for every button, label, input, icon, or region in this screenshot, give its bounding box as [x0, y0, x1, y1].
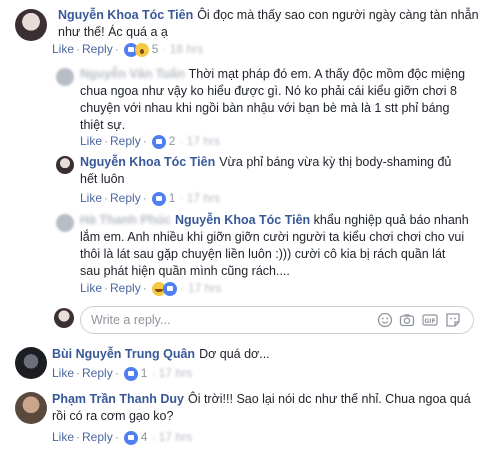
comment-5: Bùi Nguyễn Trung Quân Dơ quá dơ... Like · R… — [0, 342, 500, 384]
like-link[interactable]: Like — [80, 134, 102, 148]
comment-author[interactable]: Nguyễn Khoa Tóc Tiên — [58, 8, 193, 22]
comment-text: chua ngoa như vậy ko hiểu được gì. Nó ko… — [80, 84, 457, 98]
comment-text: Ôi trời!!! Sao lại nói dc như thế nhỉ. C… — [187, 392, 471, 406]
comment-text: chuyện với nhau khi ngồi bàn nhậu với bạ… — [80, 101, 450, 115]
like-link[interactable]: Like — [52, 366, 74, 380]
reply-link[interactable]: Reply — [82, 42, 113, 56]
gif-icon[interactable]: GIF — [422, 312, 438, 328]
reaction-count[interactable]: 2 — [169, 134, 176, 148]
comment-author[interactable]: Nguyễn Văn Tuấn — [80, 67, 185, 81]
comment-body: Phạm Trần Thanh Duy Ôi trời!!! Sao lại nó… — [52, 391, 492, 425]
comment-actions: Like · Reply · 5 · 18 hrs — [52, 42, 204, 57]
like-reaction-icon[interactable] — [162, 281, 177, 296]
timestamp[interactable]: · 17 hrs — [151, 366, 192, 380]
comment-text: hết luôn — [80, 172, 125, 186]
timestamp[interactable]: · 18 hrs — [162, 42, 203, 56]
comment-text: Ôi đọc mà thấy sao con người ngày càng t… — [197, 8, 479, 22]
comment-text: thôi là lát sau gặp chuyện liền luôn :))… — [80, 247, 446, 261]
comment-actions: Like · Reply · 1 · 17 hrs — [80, 191, 221, 206]
like-link[interactable]: Like — [80, 281, 102, 295]
comment-2: Nguyễn Văn Tuấn Thời mạt pháp đó em. A th… — [0, 60, 500, 152]
avatar[interactable] — [56, 214, 74, 232]
like-reaction-icon[interactable] — [123, 366, 138, 381]
comment-actions: Like · Reply · 1 · 17 hrs — [52, 366, 193, 381]
current-user-avatar — [54, 308, 74, 328]
reaction-count[interactable]: 1 — [169, 191, 176, 205]
reply-link[interactable]: Reply — [82, 430, 113, 444]
like-reaction-icon[interactable] — [151, 134, 166, 149]
comment-body: Nguyễn Văn Tuấn Thời mạt pháp đó em. A th… — [80, 66, 490, 134]
reply-link[interactable]: Reply — [110, 134, 141, 148]
like-reaction-icon[interactable] — [123, 430, 138, 445]
sticker-icon[interactable] — [445, 312, 461, 328]
avatar[interactable] — [56, 68, 74, 86]
avatar[interactable] — [15, 347, 47, 379]
comment-text: như thế! Ác quá a ạ — [58, 25, 168, 39]
timestamp[interactable]: · 17 hrs — [181, 281, 222, 295]
comment-text: sau phát hiện quần mình cũng rách.... — [80, 264, 290, 278]
comment-actions: Like · Reply · 2 · 17 hrs — [80, 134, 221, 149]
avatar[interactable] — [15, 9, 47, 41]
comment-author[interactable]: Hà Thanh Phúc — [80, 213, 171, 227]
avatar[interactable] — [15, 392, 47, 424]
comment-6: Phạm Trần Thanh Duy Ôi trời!!! Sao lại nó… — [0, 386, 500, 449]
timestamp[interactable]: · 17 hrs — [151, 430, 192, 444]
comment-3: Nguyễn Khoa Tóc Tiên Vừa phỉ báng vừa kỳ … — [0, 152, 500, 210]
comment-text: khẩu nghiệp quả báo nhanh — [313, 213, 469, 227]
comment-4: Hà Thanh Phúc Nguyễn Khoa Tóc Tiên khẩu n… — [0, 210, 500, 302]
comment-author[interactable]: Nguyễn Khoa Tóc Tiên — [80, 155, 215, 169]
comment-actions: Like · Reply · 4 · 17 hrs — [52, 430, 193, 445]
timestamp[interactable]: · 17 hrs — [179, 191, 220, 205]
mention-link[interactable]: Nguyễn Khoa Tóc Tiên — [175, 213, 310, 227]
comment-body: Bùi Nguyễn Trung Quân Dơ quá dơ... — [52, 346, 492, 363]
like-link[interactable]: Like — [52, 430, 74, 444]
comment-author[interactable]: Phạm Trần Thanh Duy — [52, 392, 184, 406]
comment-text: Thời mạt pháp đó em. A thấy độc mồm độc … — [188, 67, 466, 81]
reply-link[interactable]: Reply — [82, 366, 113, 380]
comment-author[interactable]: Bùi Nguyễn Trung Quân — [52, 347, 195, 361]
emoji-icon[interactable] — [377, 312, 393, 328]
comment-body: Hà Thanh Phúc Nguyễn Khoa Tóc Tiên khẩu n… — [80, 212, 490, 280]
like-reaction-icon[interactable] — [151, 191, 166, 206]
reply-link[interactable]: Reply — [110, 281, 141, 295]
comment-text: rồi có ra cơm gạo ko? — [52, 409, 174, 423]
reply-box: GIF — [80, 306, 474, 334]
like-link[interactable]: Like — [80, 191, 102, 205]
comment-actions: Like · Reply · · 17 hrs — [80, 281, 222, 296]
reaction-count[interactable]: 5 — [152, 42, 159, 56]
camera-icon[interactable] — [399, 312, 415, 328]
comment-1: Nguyễn Khoa Tóc Tiên Ôi đọc mà thấy sao c… — [0, 0, 500, 60]
wow-reaction-icon[interactable] — [134, 42, 149, 57]
comment-body: Nguyễn Khoa Tóc Tiên Vừa phỉ báng vừa kỳ … — [80, 154, 490, 188]
reaction-count[interactable]: 4 — [141, 430, 148, 444]
avatar[interactable] — [56, 156, 74, 174]
reply-link[interactable]: Reply — [110, 191, 141, 205]
comment-body: Nguyễn Khoa Tóc Tiên Ôi đọc mà thấy sao c… — [58, 7, 488, 41]
svg-text:GIF: GIF — [424, 318, 435, 325]
like-link[interactable]: Like — [52, 42, 74, 56]
reaction-count[interactable]: 1 — [141, 366, 148, 380]
timestamp[interactable]: · 17 hrs — [179, 134, 220, 148]
comment-text: Dơ quá dơ... — [199, 347, 270, 361]
comment-text: thiệt sự. — [80, 118, 126, 132]
comment-text: Vừa phỉ báng vừa kỳ thị body-shaming đủ — [219, 155, 452, 169]
reply-input[interactable] — [91, 311, 331, 328]
comment-text: lắm em. Anh nhiều khi giỡn giỡn cười ngư… — [80, 230, 465, 244]
